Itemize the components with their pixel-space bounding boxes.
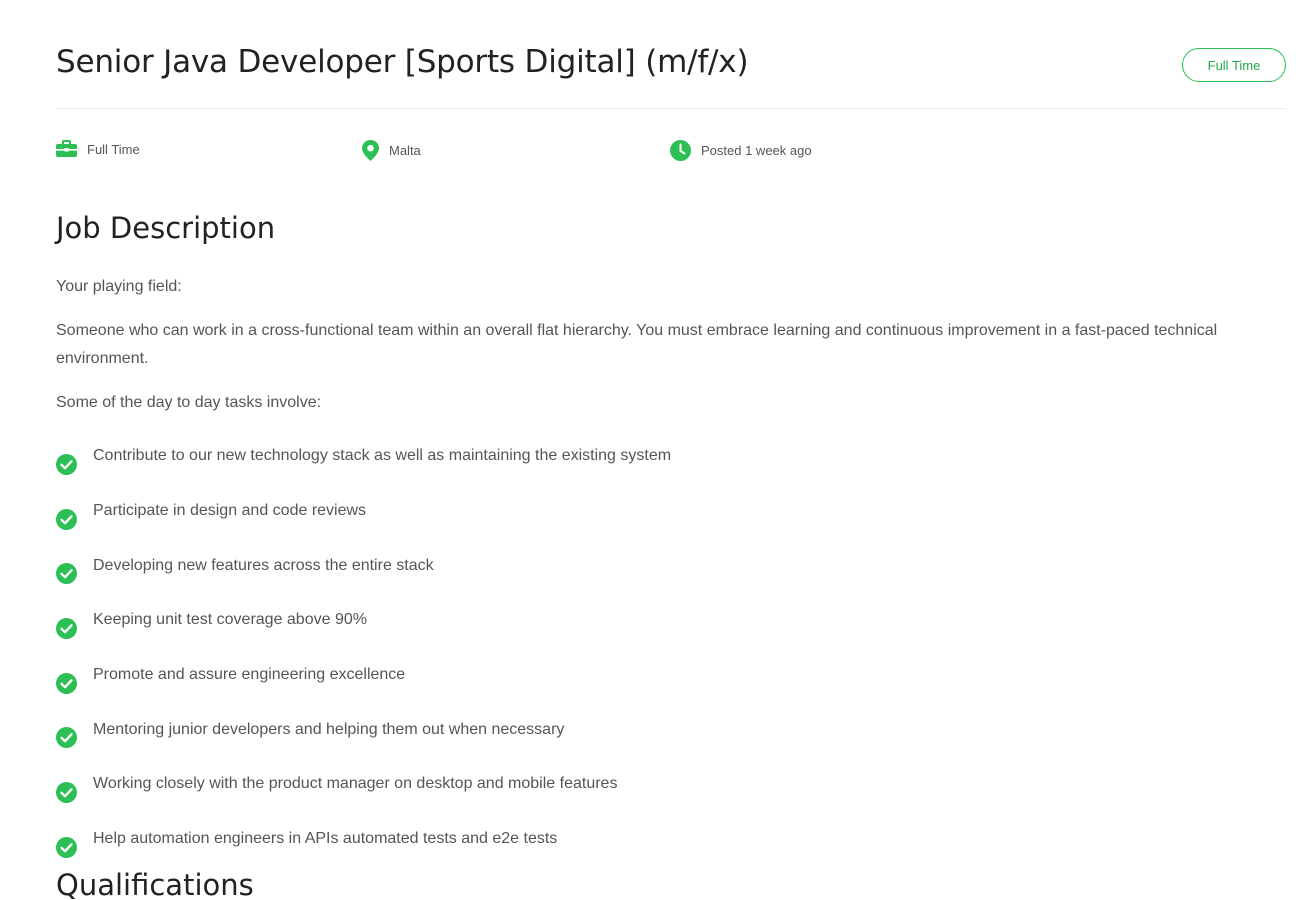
check-circle-icon <box>56 672 77 694</box>
check-circle-icon <box>56 836 77 858</box>
qualifications-heading: Qualifications <box>56 868 254 900</box>
task-text: Contribute to our new technology stack a… <box>93 447 672 465</box>
job-header: Senior Java Developer [Sports Digital] (… <box>56 0 1286 109</box>
meta-location: Malta <box>362 140 421 161</box>
meta-employment-type-text: Full Time <box>87 141 140 157</box>
description-summary: Someone who can work in a cross-function… <box>56 322 1218 367</box>
meta-posted-text: Posted 1 week ago <box>701 143 812 158</box>
meta-posted: Posted 1 week ago <box>670 140 812 161</box>
meta-employment-type: Full Time <box>56 140 140 158</box>
task-item: Participate in design and code reviews <box>56 487 671 542</box>
task-list: Contribute to our new technology stack a… <box>56 432 671 870</box>
tasks-intro: Some of the day to day tasks involve: <box>56 394 322 411</box>
job-title: Senior Java Developer [Sports Digital] (… <box>56 44 749 80</box>
job-type-badge[interactable]: Full Time <box>1182 48 1286 82</box>
check-circle-icon <box>56 781 77 803</box>
briefcase-icon <box>56 140 77 157</box>
description-intro: Your playing field: <box>56 278 182 295</box>
check-circle-icon <box>56 563 77 585</box>
task-item: Contribute to our new technology stack a… <box>56 432 671 487</box>
job-description-heading: Job Description <box>56 211 276 245</box>
meta-location-text: Malta <box>389 143 421 158</box>
task-text: Keeping unit test coverage above 90% <box>93 611 367 629</box>
task-item: Promote and assure engineering excellenc… <box>56 651 671 706</box>
job-meta-row: Full Time Malta Posted 1 week ago <box>56 140 1056 164</box>
check-circle-icon <box>56 453 77 475</box>
task-item: Mentoring junior developers and helping … <box>56 705 671 760</box>
map-pin-icon <box>362 140 379 161</box>
task-item: Working closely with the product manager… <box>56 760 671 815</box>
check-circle-icon <box>56 727 77 749</box>
check-circle-icon <box>56 617 77 639</box>
clock-icon <box>670 140 691 161</box>
task-text: Help automation engineers in APIs automa… <box>93 830 558 848</box>
job-detail-page: Senior Java Developer [Sports Digital] (… <box>56 0 1286 900</box>
task-text: Promote and assure engineering excellenc… <box>93 666 406 684</box>
task-text: Developing new features across the entir… <box>93 556 434 574</box>
task-item: Developing new features across the entir… <box>56 541 671 596</box>
task-item: Keeping unit test coverage above 90% <box>56 596 671 651</box>
task-item: Help automation engineers in APIs automa… <box>56 815 671 870</box>
task-text: Participate in design and code reviews <box>93 502 367 520</box>
check-circle-icon <box>56 508 77 530</box>
task-text: Working closely with the product manager… <box>93 775 618 793</box>
task-text: Mentoring junior developers and helping … <box>93 720 565 738</box>
